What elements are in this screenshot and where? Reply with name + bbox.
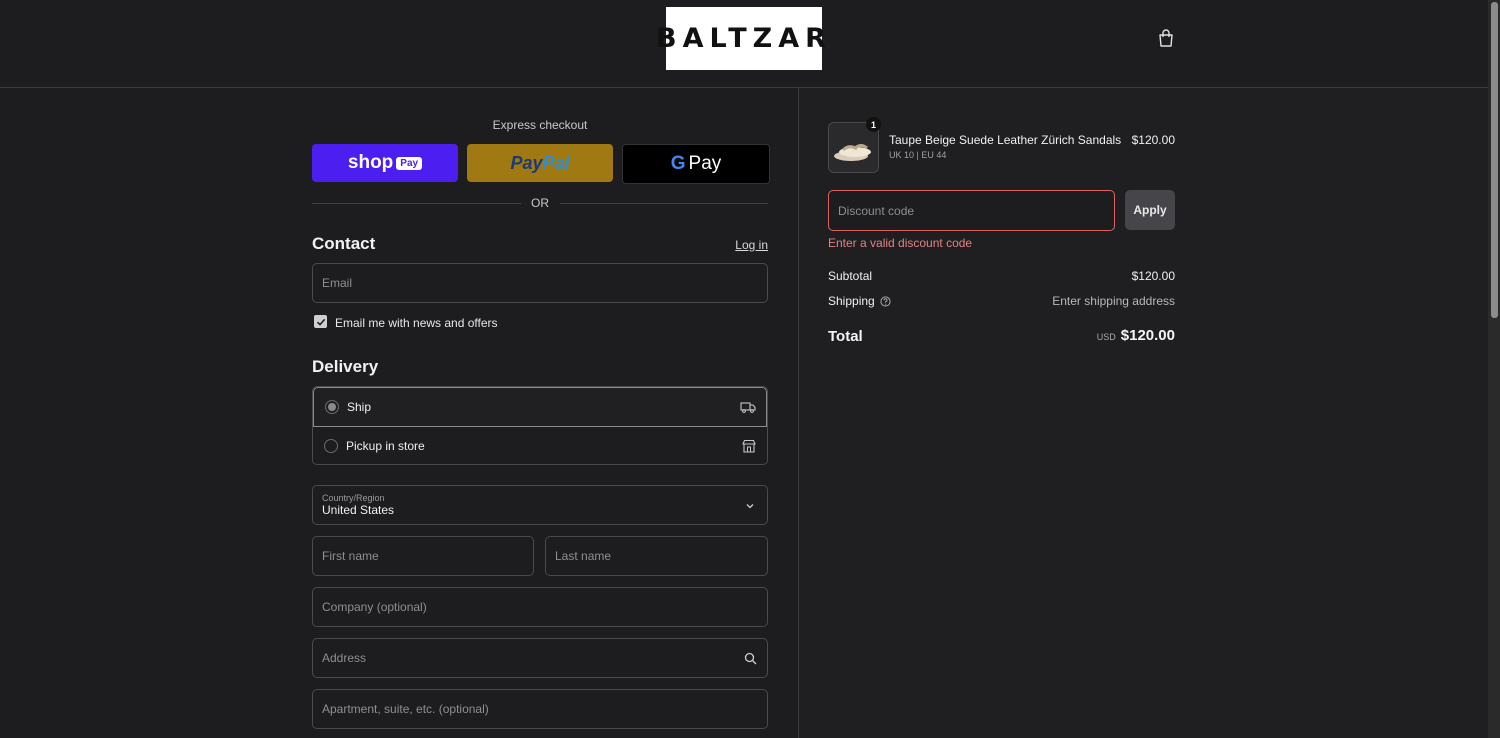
check-icon [316,318,325,326]
total-currency: USD [1096,332,1116,342]
order-summary-panel [799,88,1488,738]
google-pay-button[interactable]: G Pay [622,144,770,184]
total-value: $120.00 [1120,327,1175,344]
shipping-label: Shipping [828,294,875,308]
newsletter-checkbox[interactable] [314,315,327,328]
last-name-field[interactable]: Last name [545,536,768,576]
product-name: Taupe Beige Suede Leather Zürich Sandals [889,133,1122,147]
first-name-field[interactable]: First name [312,536,534,576]
last-name-placeholder: Last name [555,549,612,563]
shipping-value: Enter shipping address [1052,294,1175,308]
total-amount: USD $120.00 [1097,327,1175,344]
quantity-badge: 1 [866,117,881,132]
discount-error: Enter a valid discount code [828,236,973,250]
delivery-option-ship[interactable]: Ship [313,387,767,427]
column-divider [798,88,799,738]
email-placeholder: Email [322,276,353,290]
ship-radio[interactable] [325,400,339,414]
apply-discount-button[interactable]: Apply [1125,190,1175,230]
page-scrollbar[interactable] [1488,0,1500,738]
truck-icon [740,402,756,413]
company-placeholder: Company (optional) [322,600,427,614]
shop-pay-badge: Pay [396,156,423,170]
or-divider: OR [312,196,768,210]
country-value: United States [322,503,395,517]
store-icon [742,439,756,453]
paypal-button[interactable]: Pay Pal [467,144,613,182]
product-variant: UK 10 | EU 44 [889,150,947,160]
login-link[interactable]: Log in [735,238,768,252]
or-label: OR [531,196,549,210]
country-select[interactable]: Country/Region United States [312,485,768,525]
search-icon[interactable] [744,652,757,665]
apartment-field[interactable]: Apartment, suite, etc. (optional) [312,689,768,729]
address-field[interactable]: Address [312,638,768,678]
pickup-radio[interactable] [324,438,338,453]
scrollbar-thumb[interactable] [1491,2,1498,318]
subtotal-label: Subtotal [828,269,873,283]
ship-label: Ship [347,400,372,414]
express-checkout-title: Express checkout [492,118,588,132]
shop-pay-label: shop [347,152,394,173]
company-field[interactable]: Company (optional) [312,587,768,627]
discount-code-field[interactable]: Discount code [828,190,1115,231]
paypal-label-pal: Pal [542,152,570,173]
delivery-method-group: Ship Pickup in store [312,386,768,465]
shopping-bag-icon[interactable] [1156,28,1176,48]
newsletter-label: Email me with news and offers [335,316,498,330]
shipping-row-label: Shipping [828,294,891,308]
email-field[interactable]: Email [312,263,768,303]
contact-heading: Contact [312,234,376,253]
site-header: BALTZAR [0,0,1488,88]
discount-placeholder: Discount code [838,203,915,218]
delivery-option-pickup[interactable]: Pickup in store [313,426,767,464]
chevron-down-icon [746,504,754,509]
paypal-label-pay: Pay [510,152,543,173]
subtotal-value: $120.00 [1131,269,1175,283]
address-placeholder: Address [322,651,367,665]
product-price: $120.00 [1131,133,1175,147]
total-label: Total [828,328,863,345]
brand-logo[interactable]: BALTZAR [656,7,826,70]
help-icon[interactable] [880,295,891,307]
country-label: Country/Region [322,493,385,503]
apartment-placeholder: Apartment, suite, etc. (optional) [322,702,489,716]
delivery-heading: Delivery [312,357,379,376]
pickup-label: Pickup in store [346,438,425,453]
first-name-placeholder: First name [322,549,379,563]
google-g-icon: G [670,153,686,174]
google-pay-label: Pay [688,153,722,174]
shop-pay-button[interactable]: shop Pay [312,144,458,182]
